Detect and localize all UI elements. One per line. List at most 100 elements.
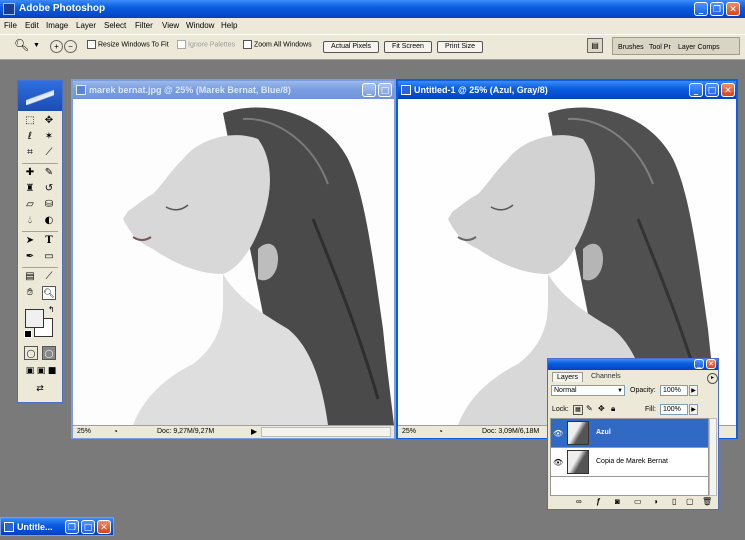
- layers-palette-title-bar[interactable]: _ ✕: [548, 359, 718, 370]
- layer-mask-icon[interactable]: ◙: [615, 497, 620, 506]
- doc2-minimize-button[interactable]: _: [689, 83, 703, 97]
- layer-row-copia[interactable]: 👁︎ Copia de Marek Bernat: [551, 448, 708, 477]
- screen-mode-full-icon[interactable]: ■: [45, 364, 59, 378]
- zoom-out-icon[interactable]: −: [64, 40, 77, 53]
- type-tool-icon[interactable]: T: [42, 234, 56, 248]
- lock-image-icon[interactable]: ✎: [586, 404, 593, 413]
- doc1-maximize-button[interactable]: □: [378, 83, 392, 97]
- marquee-tool-icon[interactable]: ⬚: [23, 114, 37, 128]
- fit-screen-button[interactable]: Fit Screen: [384, 41, 432, 53]
- fill-input[interactable]: 100%: [660, 404, 688, 415]
- doc2-maximize-button[interactable]: □: [705, 83, 719, 97]
- resize-windows-check-icon[interactable]: [87, 40, 96, 49]
- menu-filter[interactable]: Filter: [135, 21, 153, 30]
- palette-tab-layer-comps[interactable]: Layer Comps: [678, 44, 720, 51]
- delete-layer-icon[interactable]: 🗑︎: [702, 497, 712, 506]
- doc1-horizontal-scrollbar[interactable]: [261, 427, 391, 437]
- new-layer-icon[interactable]: ▯: [672, 497, 676, 506]
- blur-tool-icon[interactable]: 💧︎: [23, 214, 37, 228]
- history-brush-tool-icon[interactable]: ↺: [42, 182, 56, 196]
- brush-tool-icon[interactable]: ✎: [42, 166, 56, 180]
- layer-name-azul[interactable]: Azul: [596, 429, 611, 436]
- file-browser-icon[interactable]: ▤: [587, 38, 603, 53]
- menu-edit[interactable]: Edit: [25, 21, 39, 30]
- menu-help[interactable]: Help: [221, 21, 237, 30]
- layers-vertical-scrollbar[interactable]: [709, 418, 717, 496]
- path-selection-tool-icon[interactable]: ➤: [23, 234, 37, 248]
- layer-set-icon[interactable]: ▭: [634, 497, 642, 506]
- link-layers-icon[interactable]: ∞: [576, 497, 582, 506]
- menu-window[interactable]: Window: [186, 21, 214, 30]
- swap-colors-icon[interactable]: ↰: [48, 305, 55, 314]
- palette-tab-brushes[interactable]: Brushes: [618, 44, 644, 51]
- zoom-all-check-icon[interactable]: [243, 40, 252, 49]
- resize-windows-checkbox[interactable]: Resize Windows To Fit: [87, 40, 169, 49]
- notes-tool-icon[interactable]: ▤: [23, 270, 37, 284]
- zoom-tool-icon[interactable]: 🔍︎: [14, 38, 29, 52]
- menu-layer[interactable]: Layer: [76, 21, 96, 30]
- zoom-tool-box-icon[interactable]: 🔍︎: [42, 286, 56, 300]
- blend-mode-select[interactable]: Normal ▼: [551, 385, 625, 396]
- zoom-all-windows-checkbox[interactable]: Zoom All Windows: [243, 40, 312, 49]
- restore-button[interactable]: ❐: [710, 2, 724, 16]
- shape-tool-icon[interactable]: ▭: [42, 250, 56, 264]
- close-button[interactable]: ✕: [726, 2, 740, 16]
- menu-view[interactable]: View: [162, 21, 179, 30]
- crop-tool-icon[interactable]: ⌗: [23, 146, 37, 160]
- opacity-input[interactable]: 100%: [660, 385, 688, 396]
- menu-select[interactable]: Select: [104, 21, 126, 30]
- minimized-close-button[interactable]: ✕: [97, 520, 111, 534]
- layer-row-azul[interactable]: 👁︎ Azul: [551, 419, 708, 448]
- layer-visibility-eye-icon[interactable]: 👁︎: [553, 458, 563, 467]
- slice-tool-icon[interactable]: ⟋: [42, 146, 56, 160]
- healing-brush-tool-icon[interactable]: ✚: [23, 166, 37, 180]
- tool-preset-dropdown-icon[interactable]: ▼: [33, 42, 40, 49]
- jump-to-imageready-icon[interactable]: ⇄: [29, 382, 51, 396]
- layers-tab[interactable]: Layers: [552, 372, 584, 382]
- adjustment-layer-icon[interactable]: ◑: [653, 497, 658, 506]
- layer-style-icon[interactable]: ƒ: [596, 497, 600, 506]
- menu-file[interactable]: File: [4, 21, 17, 30]
- palette-tab-tool-presets[interactable]: Tool Pr: [649, 44, 671, 51]
- pen-tool-icon[interactable]: ✒: [23, 250, 37, 264]
- eyedropper-tool-icon[interactable]: ⟋: [42, 270, 56, 284]
- doc1-canvas-image[interactable]: [73, 99, 394, 425]
- foreground-color-swatch[interactable]: [25, 309, 44, 328]
- magic-wand-tool-icon[interactable]: ✶: [42, 130, 56, 144]
- minimize-button[interactable]: _: [694, 2, 708, 16]
- minimized-restore-button[interactable]: ❐: [65, 520, 79, 534]
- doc2-zoom-level[interactable]: 25%: [402, 428, 416, 435]
- eraser-tool-icon[interactable]: ▱: [23, 198, 37, 212]
- toolbox-header[interactable]: [18, 81, 62, 111]
- hand-tool-icon[interactable]: ✋︎: [23, 286, 37, 300]
- clone-stamp-tool-icon[interactable]: ♜: [23, 182, 37, 196]
- paint-bucket-tool-icon[interactable]: ⛁: [42, 198, 56, 212]
- lock-position-icon[interactable]: ✥: [598, 404, 605, 413]
- doc1-minimize-button[interactable]: _: [362, 83, 376, 97]
- actual-pixels-button[interactable]: Actual Pixels: [323, 41, 379, 53]
- lock-all-icon[interactable]: 🔒︎: [611, 404, 615, 414]
- doc2-title-bar[interactable]: Untitled-1 @ 25% (Azul, Gray/8) _ □ ✕: [398, 81, 736, 99]
- minimized-document[interactable]: Untitle... ❐ □ ✕: [0, 517, 114, 536]
- quick-mask-mode-icon[interactable]: ◯: [42, 346, 56, 360]
- minimized-maximize-button[interactable]: □: [81, 520, 95, 534]
- doc1-status-menu-icon[interactable]: ▶: [251, 427, 257, 436]
- layer-visibility-eye-icon[interactable]: 👁︎: [553, 429, 563, 438]
- move-tool-icon[interactable]: ✥: [42, 114, 56, 128]
- doc2-close-button[interactable]: ✕: [721, 83, 735, 97]
- fill-slider-arrow-icon[interactable]: ▶: [689, 404, 698, 415]
- lock-transparency-icon[interactable]: ▦: [573, 405, 583, 415]
- lasso-tool-icon[interactable]: ℓ: [23, 130, 37, 144]
- channels-tab[interactable]: Channels: [588, 372, 624, 381]
- layers-palette-close-button[interactable]: ✕: [706, 359, 716, 369]
- zoom-in-icon[interactable]: +: [50, 40, 63, 53]
- menu-image[interactable]: Image: [46, 21, 68, 30]
- doc1-title-bar[interactable]: marek bernat.jpg @ 25% (Marek Bernat, Bl…: [73, 81, 394, 99]
- palette-menu-icon[interactable]: ▸: [707, 373, 718, 384]
- default-colors-icon[interactable]: [24, 330, 32, 338]
- dodge-tool-icon[interactable]: ◐: [42, 214, 56, 228]
- doc1-zoom-level[interactable]: 25%: [77, 428, 91, 435]
- standard-mode-icon[interactable]: ◯: [24, 346, 38, 360]
- layer-name-copia[interactable]: Copia de Marek Bernat: [596, 458, 668, 465]
- print-size-button[interactable]: Print Size: [437, 41, 483, 53]
